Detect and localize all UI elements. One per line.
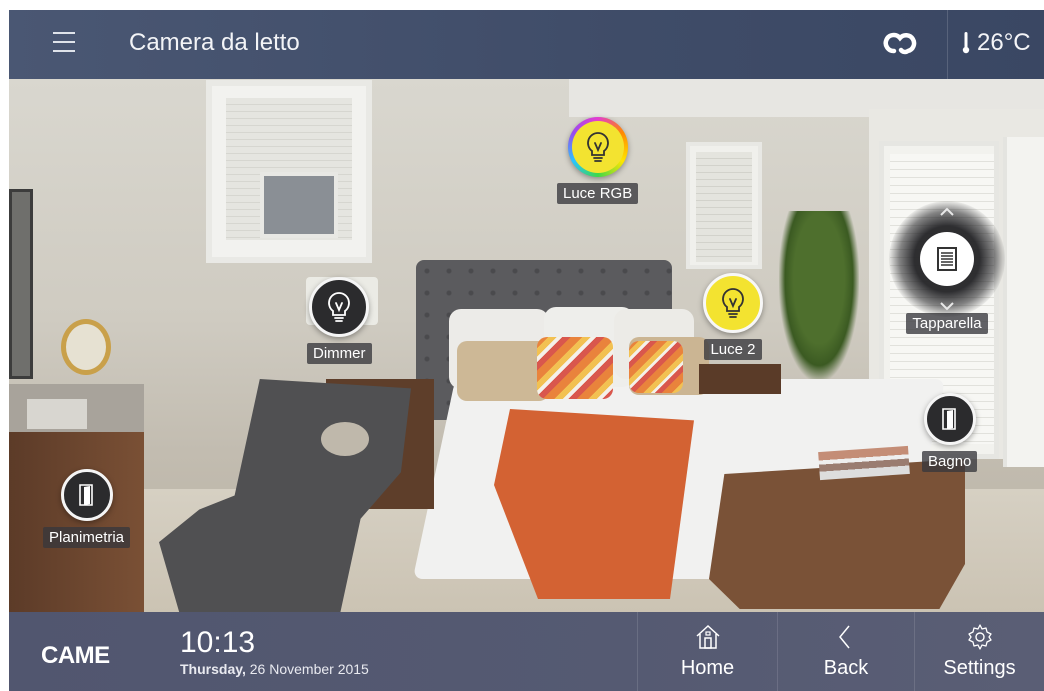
wooden-bench — [709, 459, 965, 609]
thermometer-icon — [962, 32, 970, 54]
device-dimmer[interactable]: Dimmer — [307, 277, 372, 364]
device-luce-2[interactable]: Luce 2 — [703, 273, 763, 360]
bulb-icon[interactable] — [309, 277, 370, 337]
device-label: Luce RGB — [557, 183, 639, 204]
footer-bar: CAME 10:13 Thursday, 26 November 2015 Ho… — [9, 612, 1044, 691]
back-label: Back — [823, 657, 869, 679]
home-label: Home — [680, 657, 735, 679]
chevron-left-icon — [839, 625, 850, 649]
device-bagno[interactable]: Bagno — [922, 393, 978, 472]
center-window — [686, 142, 762, 269]
door-icon[interactable] — [60, 469, 113, 521]
device-label: Planimetria — [43, 527, 131, 548]
armchair-cutout — [321, 422, 369, 456]
temperature-value: 26°C — [977, 29, 1031, 56]
device-planimetria[interactable]: Planimetria — [43, 469, 131, 548]
shutter-control[interactable] — [889, 201, 1005, 317]
nightstand — [699, 364, 781, 394]
left-window — [206, 80, 372, 263]
door-icon[interactable] — [923, 393, 976, 445]
wall-mirror — [9, 189, 33, 379]
home-button[interactable]: Home — [637, 612, 777, 691]
gear-icon — [967, 624, 992, 650]
round-mirror — [61, 319, 111, 375]
glass-box — [27, 399, 87, 429]
app-frame: Camera da letto 26°C Luce RGB Dimmer Luc… — [9, 10, 1044, 691]
chevron-pillow — [537, 337, 613, 399]
temperature-readout: 26°C — [961, 29, 1031, 57]
bulb-icon[interactable] — [703, 273, 763, 333]
menu-icon[interactable] — [53, 32, 75, 54]
chevron-up-icon[interactable] — [939, 207, 955, 217]
device-label: Luce 2 — [704, 339, 762, 360]
date-weekday: Thursday, — [180, 661, 246, 677]
settings-label: Settings — [943, 657, 1016, 679]
device-label: Bagno — [922, 451, 978, 472]
back-button[interactable]: Back — [777, 612, 914, 691]
home-icon — [695, 624, 720, 649]
device-tapparella[interactable]: Tapparella — [889, 201, 1005, 349]
page-title: Camera da letto — [129, 29, 300, 56]
shutter-icon[interactable] — [920, 232, 974, 286]
device-luce-rgb[interactable]: Luce RGB — [557, 117, 639, 204]
brand-logo: CAME — [41, 642, 110, 669]
clock-time: 10:13 — [180, 626, 256, 659]
device-label: Dimmer — [307, 343, 372, 364]
chevron-down-icon[interactable] — [939, 301, 955, 311]
header-bar: Camera da letto 26°C — [9, 10, 1044, 79]
header-divider — [947, 10, 948, 79]
pillow — [457, 341, 549, 401]
cloud-icon[interactable] — [881, 24, 921, 64]
date-value: 26 November 2015 — [249, 661, 369, 677]
bulb-icon[interactable] — [568, 117, 628, 177]
settings-button[interactable]: Settings — [914, 612, 1044, 691]
chevron-pillow — [629, 341, 683, 393]
glass-door — [1003, 137, 1044, 467]
clock-date: Thursday, 26 November 2015 — [180, 661, 369, 677]
room-photo: Luce RGB Dimmer Luce 2 Tapparella Bagno … — [9, 79, 1044, 612]
plant — [779, 211, 859, 381]
